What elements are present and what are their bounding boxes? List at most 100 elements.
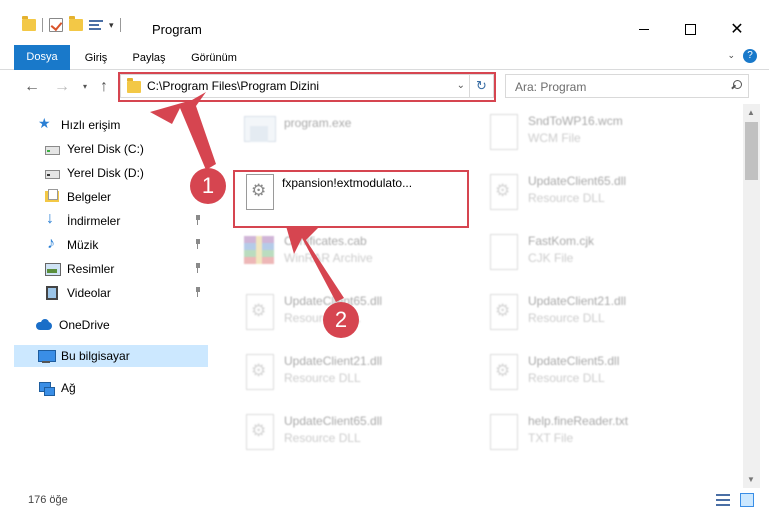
- gear-file-icon: [240, 354, 276, 394]
- sidebar-item-label: Hızlı erişim: [61, 118, 121, 132]
- callout-2: 2: [323, 302, 359, 338]
- sidebar-item-downloads[interactable]: İndirmeler: [14, 210, 208, 232]
- sidebar-item-label: Resimler: [67, 262, 115, 276]
- search-icon[interactable]: [730, 80, 742, 92]
- file-type: Resource DLL: [528, 371, 605, 385]
- sidebar-item-label: Yerel Disk (C:): [67, 142, 144, 156]
- close-button[interactable]: ✕: [714, 14, 760, 44]
- documents-icon: [44, 189, 60, 205]
- collapse-ribbon-icon[interactable]: ⌄: [727, 50, 735, 61]
- archive-icon: [240, 234, 276, 274]
- sidebar-item-network[interactable]: Ağ: [14, 377, 208, 399]
- recent-locations-icon[interactable]: ▾: [83, 82, 87, 91]
- search-input[interactable]: Ara: Program: [505, 74, 749, 98]
- scroll-up-icon[interactable]: ▲: [747, 108, 755, 117]
- callout-1: 1: [190, 168, 226, 204]
- list-item[interactable]: FastKom.cjk CJK File: [480, 224, 715, 282]
- gear-file-icon: [240, 294, 276, 334]
- vertical-scrollbar[interactable]: ▲ ▼: [743, 104, 760, 488]
- search-placeholder: Ara: Program: [515, 80, 587, 94]
- sidebar-item-disk-d[interactable]: Yerel Disk (D:): [14, 162, 208, 184]
- scroll-down-icon[interactable]: ▼: [747, 475, 755, 484]
- details-view-icon[interactable]: [716, 494, 730, 506]
- sidebar-item-pictures[interactable]: Resimler: [14, 258, 208, 280]
- list-item[interactable]: UpdateClient65.dll Resource DLL: [236, 404, 471, 462]
- sidebar-item-label: Belgeler: [67, 190, 112, 204]
- sidebar-item-music[interactable]: Müzik: [14, 234, 208, 256]
- properties-list-icon[interactable]: [89, 18, 103, 32]
- tab-view[interactable]: Görünüm: [184, 46, 244, 70]
- download-icon: [44, 210, 60, 229]
- folder-icon: [22, 16, 36, 31]
- ribbon-tabs: Dosya Giriş Paylaş Görünüm ⌄ ?: [0, 44, 769, 70]
- quick-access-toolbar: ▾: [22, 16, 121, 32]
- pin-icon[interactable]: [194, 287, 202, 297]
- sidebar-item-label: Ağ: [61, 381, 76, 395]
- sidebar-item-this-pc[interactable]: Bu bilgisayar: [14, 345, 208, 367]
- up-icon[interactable]: ↑: [100, 78, 108, 96]
- file-type: Resource DLL: [528, 311, 605, 325]
- sidebar-item-label: Yerel Disk (D:): [67, 166, 144, 180]
- gear-file-icon: [484, 174, 520, 214]
- file-name: program.exe: [284, 116, 352, 130]
- computer-icon: [38, 348, 56, 364]
- list-item[interactable]: UpdateClient21.dll Resource DLL: [236, 344, 471, 402]
- qat-dropdown-icon[interactable]: ▾: [109, 20, 114, 31]
- title-bar: ▾ Program ✕: [0, 0, 769, 44]
- file-type: CJK File: [528, 251, 574, 265]
- large-icons-view-icon[interactable]: [740, 493, 754, 507]
- list-item[interactable]: SndToWP16.wcm WCM File: [480, 104, 715, 162]
- item-count: 176 öğe: [28, 494, 68, 506]
- file-name: UpdateClient21.dll: [528, 294, 627, 308]
- scroll-thumb[interactable]: [745, 122, 758, 180]
- file-list: program.exe fxpansion!extmodulato... Cer…: [210, 104, 743, 488]
- gear-file-icon: [484, 294, 520, 334]
- file-name: FastKom.cjk: [528, 234, 595, 248]
- sidebar-item-quick-access[interactable]: Hızlı erişim: [14, 114, 208, 136]
- file-name: UpdateClient21.dll: [284, 354, 383, 368]
- file-name: help.fineReader.txt: [528, 414, 629, 428]
- forward-icon[interactable]: →: [54, 78, 70, 96]
- tab-file[interactable]: Dosya: [14, 45, 70, 70]
- sidebar-item-onedrive[interactable]: OneDrive: [14, 314, 208, 336]
- separator: [42, 18, 43, 32]
- list-item[interactable]: Certificates.cab WinRAR Archive: [236, 224, 471, 282]
- list-item[interactable]: UpdateClient5.dll Resource DLL: [480, 344, 715, 402]
- sidebar-item-disk-c[interactable]: Yerel Disk (C:): [14, 138, 208, 160]
- back-icon[interactable]: ←: [24, 78, 40, 96]
- sidebar-item-documents[interactable]: Belgeler: [14, 186, 208, 208]
- pin-icon[interactable]: [194, 215, 202, 225]
- file-type: Resource DLL: [284, 431, 361, 445]
- file-icon: [484, 414, 520, 454]
- list-item[interactable]: UpdateClient21.dll Resource DLL: [480, 284, 715, 342]
- maximize-button[interactable]: [667, 14, 713, 44]
- file-name: SndToWP16.wcm: [528, 114, 623, 128]
- network-icon: [38, 380, 55, 396]
- window-title: Program: [152, 22, 202, 37]
- new-folder-icon[interactable]: [69, 16, 83, 31]
- sidebar-item-label: Videolar: [67, 286, 111, 300]
- file-type: TXT File: [528, 431, 574, 445]
- help-icon[interactable]: ?: [743, 49, 757, 63]
- file-icon: [484, 114, 520, 154]
- gear-file-icon: [484, 354, 520, 394]
- list-item[interactable]: UpdateClient65.dll Resource DLL: [480, 164, 715, 222]
- properties-check-icon[interactable]: [49, 18, 63, 32]
- file-name: UpdateClient65.dll: [284, 414, 383, 428]
- list-item[interactable]: program.exe: [236, 104, 471, 162]
- disk-icon: [44, 165, 60, 181]
- status-bar: 176 öğe: [0, 488, 769, 520]
- sidebar-item-label: Müzik: [67, 238, 99, 252]
- minimize-button[interactable]: [621, 14, 667, 44]
- sidebar-item-videos[interactable]: Videolar: [14, 282, 208, 304]
- pin-icon[interactable]: [194, 239, 202, 249]
- cloud-icon: [36, 317, 52, 333]
- file-highlight: [233, 170, 469, 228]
- pin-icon[interactable]: [194, 263, 202, 273]
- sidebar-item-label: OneDrive: [59, 318, 110, 332]
- tab-home[interactable]: Giriş: [76, 46, 116, 70]
- music-icon: [44, 235, 60, 253]
- list-item[interactable]: help.fineReader.txt TXT File: [480, 404, 715, 462]
- video-icon: [44, 285, 60, 301]
- tab-share[interactable]: Paylaş: [124, 46, 174, 70]
